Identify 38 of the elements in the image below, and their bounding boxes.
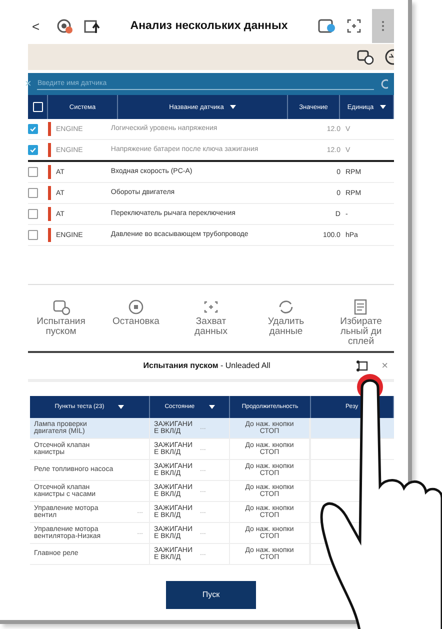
toolbar-button[interactable]: Испытания пуском (28, 299, 94, 337)
check-icon (29, 145, 37, 155)
toolbar-button[interactable]: Избирательный дисплей (328, 299, 394, 347)
refresh-icon (277, 299, 295, 315)
system-marker (48, 165, 51, 179)
window-title: Анализ нескольких данных (129, 20, 289, 32)
more-icon (381, 20, 385, 32)
sort-icon[interactable] (118, 404, 124, 409)
check-icon (29, 124, 37, 134)
system-marker (48, 207, 51, 221)
row-checkbox[interactable] (28, 230, 38, 240)
select-all-checkbox[interactable] (32, 102, 42, 112)
sort-icon[interactable] (230, 105, 236, 109)
row-checkbox[interactable] (28, 209, 38, 219)
system-marker (48, 143, 51, 157)
panel-title: Испытания пуском - Unleaded All (142, 361, 272, 370)
system-marker (48, 228, 51, 242)
export-icon[interactable] (84, 18, 100, 34)
system-marker (48, 122, 51, 136)
system-marker (48, 186, 51, 200)
row-checkbox[interactable] (28, 124, 38, 134)
row-checkbox[interactable] (28, 145, 38, 155)
gauge-icon[interactable] (384, 49, 394, 65)
back-button[interactable]: < (32, 18, 46, 34)
toolbar-button[interactable]: Удалить данные (253, 299, 319, 337)
capture-icon[interactable] (346, 18, 362, 34)
capture-icon (202, 299, 220, 315)
toolbar-button[interactable]: Остановка (103, 299, 169, 327)
sort-icon[interactable] (380, 105, 386, 109)
search-icon[interactable] (380, 78, 388, 90)
sort-icon[interactable] (208, 404, 215, 409)
toolbar-button[interactable]: Захват данных (178, 299, 244, 337)
row-checkbox[interactable] (28, 167, 38, 177)
row-checkbox[interactable] (28, 188, 38, 198)
close-button[interactable]: × (382, 360, 388, 372)
start-button[interactable]: Пуск (166, 580, 256, 609)
stop-icon (127, 299, 145, 315)
resize-icon[interactable] (356, 360, 368, 372)
